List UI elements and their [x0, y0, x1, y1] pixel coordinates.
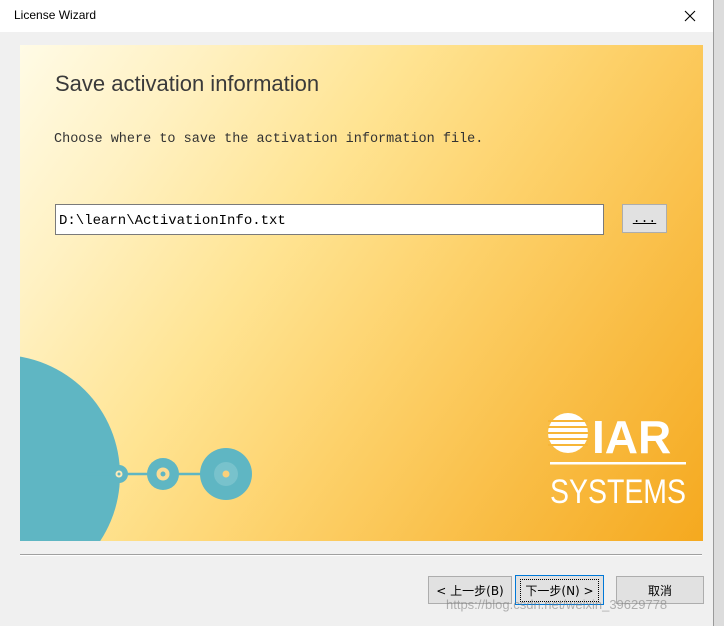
iar-systems-logo: IAR SYSTEMS — [548, 411, 686, 511]
title-bar: License Wizard — [0, 0, 713, 32]
logo-text-systems: SYSTEMS — [550, 473, 686, 511]
close-icon — [684, 10, 696, 22]
page-description: Choose where to save the activation info… — [54, 132, 484, 147]
button-separator — [20, 554, 702, 556]
window-title: License Wizard — [14, 8, 97, 22]
cancel-button-label: 取消 — [647, 583, 672, 598]
browse-button[interactable]: ... — [622, 204, 667, 233]
larger-disc-icon — [200, 448, 252, 500]
page-title: Save activation information — [55, 71, 320, 96]
file-path-input[interactable] — [55, 204, 604, 235]
globe-icon — [548, 413, 588, 453]
browse-button-label: ... — [632, 211, 657, 226]
logo-text-iar: IAR — [592, 411, 671, 463]
back-button-label: < 上一步(B) — [436, 583, 504, 598]
medium-disc-icon — [147, 458, 179, 490]
large-disc-icon — [20, 356, 120, 541]
watermark-text: https://blog.csdn.net/weixin_39629778 — [446, 597, 668, 612]
license-wizard-window: License Wizard Save activation informati… — [0, 0, 714, 626]
close-button[interactable] — [667, 0, 713, 32]
small-disc-icon — [110, 465, 128, 483]
wizard-panel: Save activation information Choose where… — [20, 45, 703, 541]
